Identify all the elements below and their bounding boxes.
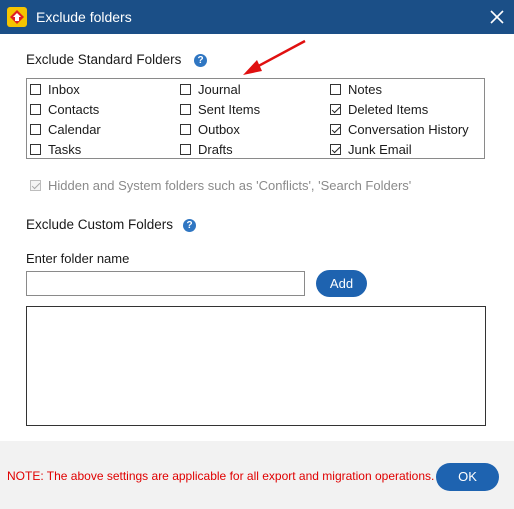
inbox-checkbox[interactable]: [30, 83, 41, 95]
junk-email-label: Junk Email: [348, 141, 412, 157]
deleted-items-checkbox[interactable]: [330, 103, 341, 115]
standard-help-icon[interactable]: ?: [194, 54, 207, 67]
folder-option-deleted-items[interactable]: Deleted Items: [330, 101, 428, 117]
custom-help-icon[interactable]: ?: [183, 219, 196, 232]
custom-folders-heading: Exclude Custom Folders: [26, 217, 174, 232]
conversation-history-label: Conversation History: [348, 121, 469, 137]
hidden-system-folders-option: Hidden and System folders such as 'Confl…: [30, 177, 411, 193]
folder-option-sent-items[interactable]: Sent Items: [180, 101, 260, 117]
folder-option-conversation-history[interactable]: Conversation History: [330, 121, 469, 137]
window-title: Exclude folders: [36, 9, 132, 25]
outbox-checkbox[interactable]: [180, 123, 191, 135]
deleted-items-label: Deleted Items: [348, 101, 429, 117]
contacts-label: Contacts: [48, 101, 100, 117]
folder-option-outbox[interactable]: Outbox: [180, 121, 240, 137]
calendar-checkbox[interactable]: [30, 123, 41, 135]
conversation-history-checkbox[interactable]: [330, 123, 341, 135]
journal-label: Journal: [198, 81, 241, 97]
folder-name-input[interactable]: [26, 271, 305, 296]
add-button[interactable]: Add: [316, 270, 367, 297]
annotation-arrow-icon: [243, 39, 306, 75]
contacts-checkbox[interactable]: [30, 103, 41, 115]
calendar-label: Calendar: [48, 121, 101, 137]
sent-items-label: Sent Items: [198, 101, 261, 117]
folder-option-contacts[interactable]: Contacts: [30, 101, 99, 117]
tasks-checkbox[interactable]: [30, 143, 41, 155]
notes-label: Notes: [348, 81, 382, 97]
folder-option-drafts[interactable]: Drafts: [180, 141, 233, 157]
custom-folders-list[interactable]: [26, 306, 486, 426]
app-logo-icon: [7, 7, 27, 27]
tasks-label: Tasks: [48, 141, 82, 157]
standard-folders-box: [26, 78, 485, 159]
hidden-system-folders-label: Hidden and System folders such as 'Confl…: [48, 177, 412, 193]
folder-name-label: Enter folder name: [26, 251, 130, 266]
folder-option-notes[interactable]: Notes: [330, 81, 382, 97]
folder-option-junk-email[interactable]: Junk Email: [330, 141, 412, 157]
drafts-checkbox[interactable]: [180, 143, 191, 155]
close-icon[interactable]: [484, 4, 510, 30]
notes-checkbox[interactable]: [330, 83, 341, 95]
title-bar: Exclude folders: [0, 0, 514, 34]
settings-note: NOTE: The above settings are applicable …: [7, 469, 435, 483]
folder-option-tasks[interactable]: Tasks: [30, 141, 81, 157]
folder-option-journal[interactable]: Journal: [180, 81, 241, 97]
ok-button[interactable]: OK: [436, 463, 499, 491]
drafts-label: Drafts: [198, 141, 233, 157]
folder-option-inbox[interactable]: Inbox: [30, 81, 80, 97]
inbox-label: Inbox: [48, 81, 80, 97]
junk-email-checkbox[interactable]: [330, 143, 341, 155]
sent-items-checkbox[interactable]: [180, 103, 191, 115]
journal-checkbox[interactable]: [180, 83, 191, 95]
standard-folders-heading: Exclude Standard Folders: [26, 52, 182, 67]
folder-option-calendar[interactable]: Calendar: [30, 121, 101, 137]
outbox-label: Outbox: [198, 121, 240, 137]
hidden-system-folders-checkbox: [30, 179, 41, 191]
